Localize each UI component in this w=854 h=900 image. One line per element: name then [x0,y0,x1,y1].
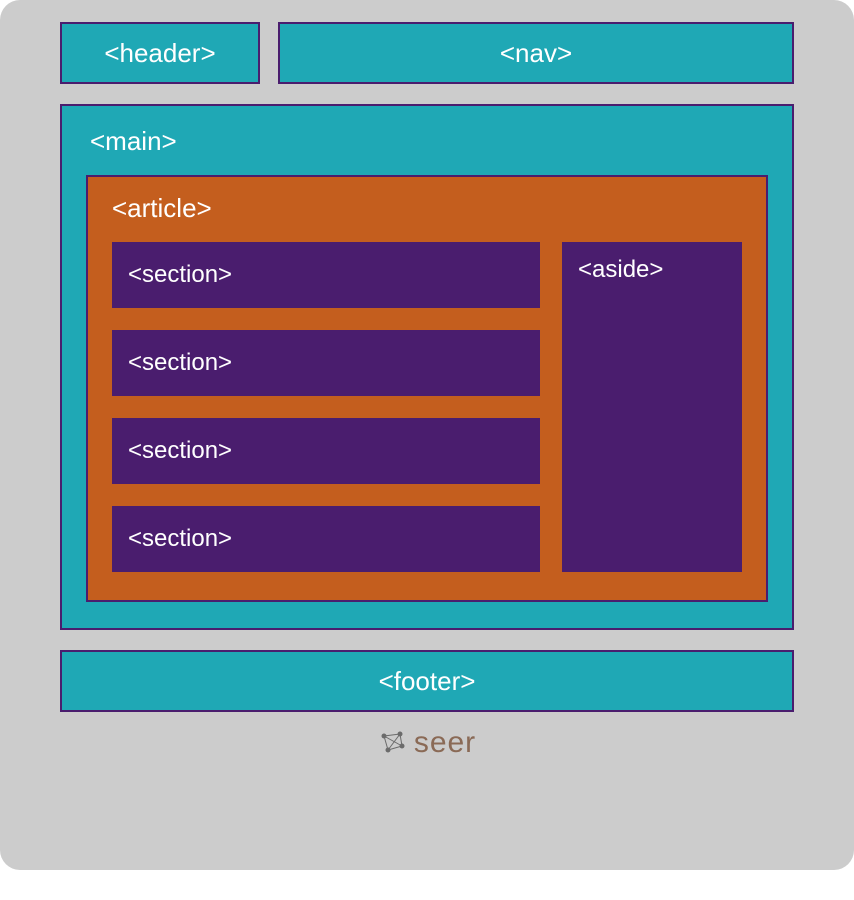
section-block: <section> [112,330,540,396]
aside-label: <aside> [578,256,663,283]
sections-column: <section> <section> <section> <section> [112,242,540,572]
layout-diagram: <header> <nav> <main> <article> <section… [0,0,854,870]
nav-block: <nav> [278,22,794,84]
main-block: <main> <article> <section> <section> <se… [60,104,794,630]
nav-label: <nav> [500,38,572,69]
aside-block: <aside> [562,242,742,572]
section-label: <section> [128,525,232,553]
section-block: <section> [112,242,540,308]
brand-logo: seer [60,726,794,760]
footer-label: <footer> [379,666,476,697]
top-row: <header> <nav> [60,22,794,84]
article-body: <section> <section> <section> <section> … [112,242,742,572]
network-icon [378,728,408,758]
header-label: <header> [104,38,215,69]
section-label: <section> [128,437,232,465]
section-label: <section> [128,349,232,377]
footer-block: <footer> [60,650,794,712]
section-block: <section> [112,418,540,484]
article-label: <article> [112,193,742,224]
section-block: <section> [112,506,540,572]
section-label: <section> [128,261,232,289]
article-block: <article> <section> <section> <section> … [86,175,768,602]
brand-name: seer [414,726,476,760]
main-label: <main> [86,126,768,157]
header-block: <header> [60,22,260,84]
